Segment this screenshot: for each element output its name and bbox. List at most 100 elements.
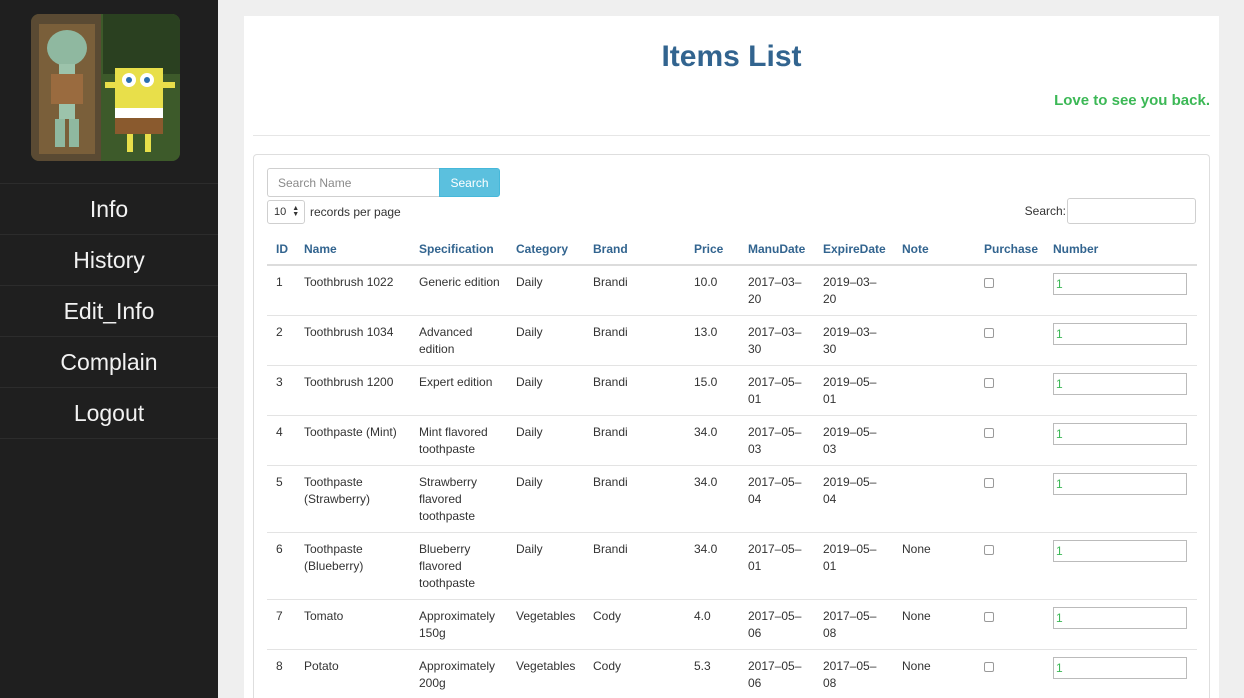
cell-category: Daily <box>507 532 584 600</box>
cell-number <box>1044 265 1197 316</box>
cell-price: 10.0 <box>685 265 739 316</box>
table-row: 4 Toothpaste (Mint) Mint flavored toothpas… <box>267 415 1197 466</box>
column-header[interactable]: Name <box>295 234 410 266</box>
table-row: 3 Toothbrush 1200 Expert edition Daily Brand… <box>267 365 1197 416</box>
cell-category: Daily <box>507 465 584 533</box>
cell-name: Potato <box>295 649 410 698</box>
cell-spec: Advanced edition <box>410 315 507 366</box>
table-header-row: ID Name Specification Category Brand Price Man… <box>267 234 1197 266</box>
nav-item-info[interactable]: Info <box>0 184 218 235</box>
nav-item-edit-info[interactable]: Edit_Info <box>0 286 218 337</box>
number-input[interactable] <box>1053 423 1187 445</box>
cell-price: 34.0 <box>685 532 739 600</box>
cell-category: Daily <box>507 265 584 316</box>
column-header[interactable]: ID <box>267 234 295 266</box>
cell-note <box>893 265 975 316</box>
cell-price: 5.3 <box>685 649 739 698</box>
purchase-checkbox[interactable] <box>984 278 994 288</box>
number-input[interactable] <box>1053 473 1187 495</box>
cell-category: Vegetables <box>507 599 584 650</box>
cell-note <box>893 465 975 533</box>
cell-manu: 2017–05–01 <box>739 532 814 600</box>
purchase-checkbox[interactable] <box>984 478 994 488</box>
purchase-checkbox[interactable] <box>984 428 994 438</box>
cell-name: Toothpaste (Strawberry) <box>295 465 410 533</box>
cell-id: 6 <box>267 532 295 600</box>
cell-spec: Approximately 200g <box>410 649 507 698</box>
cell-expire: 2019–03–20 <box>814 265 893 316</box>
cell-name: Toothbrush 1034 <box>295 315 410 366</box>
sidebar: Info History Edit_Info Complain Logout <box>0 0 218 698</box>
cell-spec: Generic edition <box>410 265 507 316</box>
cell-purchase <box>975 532 1044 600</box>
nav-item-complain[interactable]: Complain <box>0 337 218 388</box>
cell-expire: 2019–05–01 <box>814 532 893 600</box>
cell-name: Toothbrush 1200 <box>295 365 410 416</box>
cell-price: 13.0 <box>685 315 739 366</box>
column-header[interactable]: Number <box>1044 234 1197 266</box>
purchase-checkbox[interactable] <box>984 545 994 555</box>
column-header[interactable]: Specification <box>410 234 507 266</box>
cell-spec: Approximately 150g <box>410 599 507 650</box>
number-input[interactable] <box>1053 373 1187 395</box>
nav-item-history[interactable]: History <box>0 235 218 286</box>
cell-brand: Brandi <box>584 365 685 416</box>
cell-brand: Brandi <box>584 415 685 466</box>
page-length-value: 10 <box>274 206 287 218</box>
search-name-input[interactable] <box>267 168 439 197</box>
cell-spec: Strawberry flavored toothpaste <box>410 465 507 533</box>
cell-purchase <box>975 365 1044 416</box>
cell-id: 5 <box>267 465 295 533</box>
cell-note: None <box>893 649 975 698</box>
cell-number <box>1044 465 1197 533</box>
cell-note <box>893 415 975 466</box>
cell-id: 1 <box>267 265 295 316</box>
filter-input[interactable] <box>1067 198 1196 224</box>
cell-category: Daily <box>507 415 584 466</box>
search-button[interactable]: Search <box>439 168 500 197</box>
column-header[interactable]: ExpireDate <box>814 234 893 266</box>
purchase-checkbox[interactable] <box>984 662 994 672</box>
cell-brand: Brandi <box>584 465 685 533</box>
number-input[interactable] <box>1053 273 1187 295</box>
cell-id: 3 <box>267 365 295 416</box>
divider <box>253 135 1210 136</box>
cell-manu: 2017–05–06 <box>739 649 814 698</box>
select-arrows-icon: ▲ ▼ <box>292 205 300 218</box>
cell-spec: Expert edition <box>410 365 507 416</box>
items-table: ID Name Specification Category Brand Price Man… <box>267 234 1197 698</box>
cell-purchase <box>975 415 1044 466</box>
cell-category: Daily <box>507 365 584 416</box>
search-group: Search <box>267 168 500 197</box>
page-length-control: 10 ▲ ▼ records per page <box>267 200 401 224</box>
purchase-checkbox[interactable] <box>984 328 994 338</box>
cell-number <box>1044 365 1197 416</box>
cell-note: None <box>893 599 975 650</box>
cell-number <box>1044 649 1197 698</box>
number-input[interactable] <box>1053 323 1187 345</box>
items-card: Search 10 ▲▼ records per page Search: ID… <box>253 154 1210 698</box>
column-header[interactable]: Price <box>685 234 739 266</box>
column-header[interactable]: Brand <box>584 234 685 266</box>
column-header[interactable]: Category <box>507 234 584 266</box>
cell-note: None <box>893 532 975 600</box>
cell-expire: 2019–05–01 <box>814 365 893 416</box>
table-row: 8 Potato Approximately 200g Vegetables Cody 5… <box>267 649 1197 698</box>
cell-number <box>1044 599 1197 650</box>
cell-manu: 2017–03–30 <box>739 315 814 366</box>
number-input[interactable] <box>1053 657 1187 679</box>
table-row: 7 Tomato Approximately 150g Vegetables Cody 4… <box>267 599 1197 650</box>
cell-brand: Cody <box>584 599 685 650</box>
cell-number <box>1044 532 1197 600</box>
nav-item-logout[interactable]: Logout <box>0 388 218 439</box>
column-header[interactable]: Purchase <box>975 234 1044 266</box>
page-length-select[interactable]: 10 ▲ ▼ <box>267 200 305 224</box>
number-input[interactable] <box>1053 607 1187 629</box>
number-input[interactable] <box>1053 540 1187 562</box>
cell-spec: Mint flavored toothpaste <box>410 415 507 466</box>
purchase-checkbox[interactable] <box>984 378 994 388</box>
purchase-checkbox[interactable] <box>984 612 994 622</box>
column-header[interactable]: Note <box>893 234 975 266</box>
column-header[interactable]: ManuDate <box>739 234 814 266</box>
table-filter: Search: <box>1025 198 1196 224</box>
